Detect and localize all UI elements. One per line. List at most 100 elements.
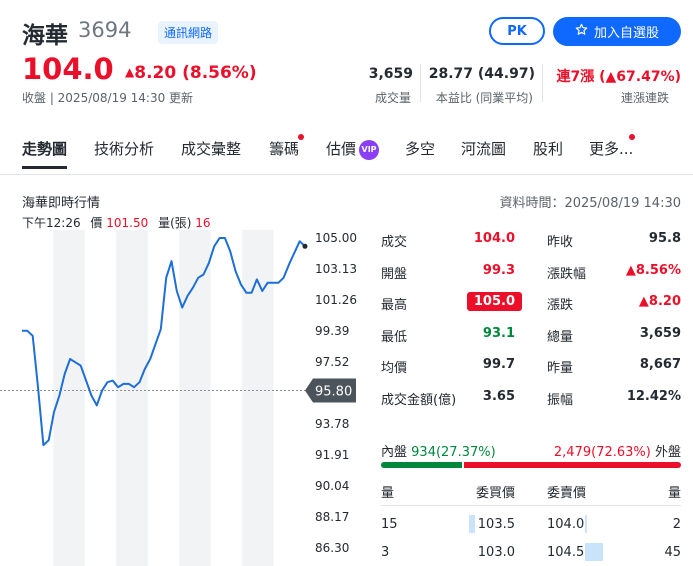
stock-name: 海華 [22, 23, 68, 49]
stat-volume-value: 3,659 [368, 66, 413, 82]
star-icon [575, 23, 588, 40]
tab-river[interactable]: 河流圖 [461, 138, 506, 159]
quote-label: 昨收 [547, 235, 574, 250]
stat-divider [542, 64, 543, 102]
current-price: 104.0 [22, 52, 114, 86]
book-bid-volume: 3 [381, 545, 390, 560]
price-change: ▲8.20 (8.56%) [125, 63, 257, 83]
y-tick-label: 93.78 [315, 417, 349, 431]
data-time: 資料時間：2025/08/19 14:30 [499, 196, 681, 211]
cursor-price-label: 價 [90, 216, 103, 230]
quote-value: 8,667 [639, 357, 681, 372]
inner-volume: 內盤 934(27.37%) [381, 441, 496, 460]
outer-value: 2,479(72.63%) [553, 445, 651, 460]
cursor-price: 101.50 [106, 216, 149, 230]
quote-label: 最高 [381, 298, 408, 313]
stat-pe-value: 28.77 (44.97) [428, 66, 535, 82]
book-header-bid: 委買價 [475, 486, 515, 501]
quote-label: 振幅 [547, 392, 574, 408]
tab-bar: 走勢圖 技術分析 成交彙整 籌碼 估價 VIP 多空 河流圖 股利 更多... [0, 130, 693, 175]
cursor-volume-label: 量(張) [158, 216, 192, 230]
stat-pe-label: 本益比 (同業平均) [435, 91, 533, 105]
quote-label: 成交金額(億) [381, 392, 457, 408]
book-ask-volume: 45 [664, 545, 681, 560]
quote-label: 開盤 [381, 266, 408, 282]
bid-depth-bar [469, 515, 475, 533]
up-arrow-icon: ▲ [125, 65, 135, 79]
cursor-time: 下午12:26 [22, 216, 81, 230]
svg-text:95.80: 95.80 [315, 385, 352, 400]
book-header-bid-volume: 量 [381, 486, 395, 501]
tab-more[interactable]: 更多... [589, 138, 633, 159]
outer-label: 外盤 [654, 445, 681, 460]
stock-code: 3694 [78, 18, 132, 42]
book-ask-price: 104.0 [547, 517, 585, 532]
quote-value: 99.7 [482, 357, 515, 372]
y-tick-label: 97.52 [315, 355, 349, 369]
ask-depth-bar [585, 515, 587, 533]
book-ask-price: 104.5 [547, 545, 585, 560]
chart-grid-band [210, 230, 243, 566]
y-tick-label: 90.04 [315, 479, 349, 493]
quote-label: 均價 [381, 361, 408, 376]
book-bid-price: 103.5 [477, 517, 515, 532]
tab-chart[interactable]: 走勢圖 [22, 138, 68, 169]
quote-value: 105.0 [466, 292, 522, 311]
realtime-title: 海華即時行情 [22, 196, 101, 211]
tab-technical[interactable]: 技術分析 [94, 138, 154, 159]
chart-grid-band [273, 230, 305, 566]
last-price-marker [302, 243, 308, 249]
quote-label: 漲跌幅 [547, 266, 587, 282]
tab-more-dot [629, 134, 635, 140]
quote-label: 最低 [381, 329, 408, 345]
quote-value: 99.3 [482, 262, 515, 278]
pk-button[interactable]: PK [489, 17, 545, 45]
vip-badge: VIP [359, 140, 380, 160]
quote-label: 總量 [547, 329, 574, 345]
tab-trade-summary[interactable]: 成交彙整 [181, 138, 241, 159]
book-bid-price: 103.0 [477, 545, 515, 560]
stat-volume-label: 成交量 [374, 91, 411, 105]
quote-value: 3,659 [639, 325, 681, 341]
book-ask-volume: 2 [672, 517, 681, 532]
tab-long-short[interactable]: 多空 [405, 138, 435, 159]
book-divider [381, 505, 681, 506]
tab-valuation[interactable]: 估價 VIP [326, 138, 380, 160]
tab-dividend[interactable]: 股利 [533, 138, 563, 159]
add-watchlist-label: 加入自選股 [593, 26, 659, 41]
quote-value: ▲8.20 [638, 294, 681, 309]
book-header-ask: 委賣價 [547, 486, 587, 501]
tab-chips[interactable]: 籌碼 [269, 138, 299, 159]
industry-tag[interactable]: 通訊網路 [158, 21, 219, 44]
chart-grid-band [84, 230, 117, 566]
quote-label: 漲跌 [547, 298, 574, 313]
reference-price-badge: 95.80 [305, 378, 356, 403]
y-tick-label: 99.39 [315, 324, 349, 338]
price-chart[interactable]: 105.00 103.13 101.26 99.39 97.52 93.78 91.91 90… [0, 230, 370, 566]
quote-value: 93.1 [482, 325, 515, 341]
book-bid-volume: 15 [381, 517, 398, 532]
y-tick-label: 86.30 [315, 541, 349, 555]
pk-button-label: PK [507, 23, 527, 39]
inner-value: 934(27.37%) [411, 445, 496, 460]
book-header-ask-volume: 量 [667, 486, 681, 501]
y-tick-label: 105.00 [315, 231, 357, 245]
chart-grid-band [179, 230, 211, 566]
tab-valuation-label: 估價 [326, 140, 357, 158]
stat-streak-value: 連7漲 (▲67.47%) [556, 69, 682, 85]
quote-label: 成交 [381, 235, 408, 250]
quote-label: 昨量 [547, 361, 574, 376]
tab-chips-dot [298, 134, 304, 140]
y-tick-label: 101.26 [315, 293, 357, 307]
price-change-value: 8.20 (8.56%) [134, 63, 257, 83]
stat-streak-label: 連漲連跌 [620, 91, 669, 105]
cursor-info: 下午12:26 價 101.50 量(張) 16 [22, 214, 211, 231]
quote-value: 3.65 [482, 388, 515, 404]
y-tick-label: 88.17 [315, 510, 349, 524]
inner-bar [381, 462, 463, 468]
y-tick-label: 103.13 [315, 262, 357, 276]
cursor-volume: 16 [195, 216, 211, 230]
outer-volume: 2,479(72.63%) 外盤 [554, 441, 681, 460]
quote-value: 12.42% [626, 388, 681, 404]
add-watchlist-button[interactable]: 加入自選股 [553, 17, 681, 46]
